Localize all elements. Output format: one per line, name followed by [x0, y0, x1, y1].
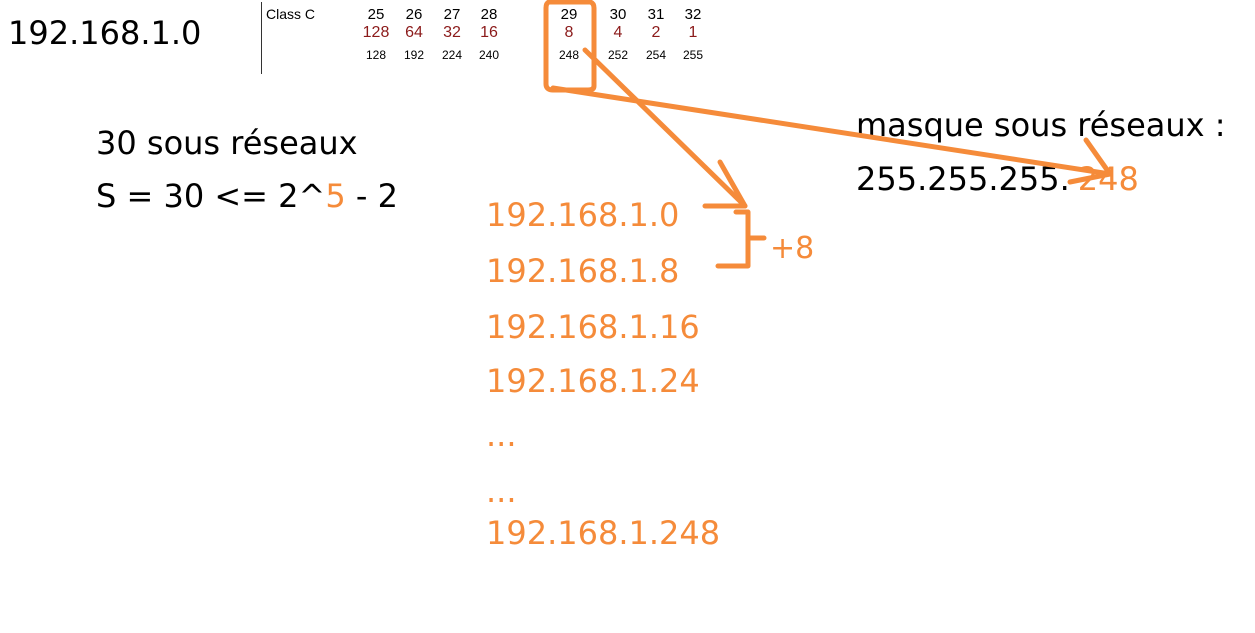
subnet-item: 192.168.1.16	[486, 308, 700, 346]
table-bit: 32	[684, 6, 702, 23]
subnet-item: 192.168.1.24	[486, 362, 700, 400]
subnet-formula: S = 30 <= 2^5 - 2	[96, 177, 398, 215]
table-value: 4	[613, 24, 623, 41]
step-label: +8	[770, 231, 815, 266]
table-value: 1	[688, 24, 698, 41]
table-class-label: Class C	[266, 6, 316, 22]
table-mask: 254	[645, 48, 667, 62]
class-c-reference-table: Class C 25 26 27 28 29 30 31 32 128 64 3…	[261, 2, 732, 74]
table-mask: 248	[558, 48, 580, 62]
table-bit: 30	[609, 6, 627, 23]
table-value: 128	[362, 24, 390, 41]
mask-prefix: 255.255.255.	[856, 160, 1070, 198]
mask-value: 255.255.255. 248	[856, 160, 1139, 198]
table-bit: 28	[480, 6, 498, 23]
subnet-item: 192.168.1.0	[486, 196, 680, 234]
table-value: 2	[651, 24, 661, 41]
subnet-item: ...	[486, 472, 517, 510]
formula-suffix: - 2	[345, 177, 398, 215]
subnet-count-text: 30 sous réseaux	[96, 124, 358, 162]
table-mask: 240	[478, 48, 500, 62]
table-mask: 192	[403, 48, 425, 62]
table-value: 16	[480, 24, 498, 41]
formula-prefix: S = 30 <= 2^	[96, 177, 326, 215]
mask-label: masque sous réseaux :	[856, 106, 1226, 144]
table-mask: 252	[607, 48, 629, 62]
table-bit: 29	[560, 6, 578, 23]
table-bit: 31	[647, 6, 665, 23]
formula-exponent: 5	[325, 177, 346, 215]
table-value: 32	[443, 24, 461, 41]
subnet-item: 192.168.1.248	[486, 514, 721, 552]
mask-last-octet: 248	[1077, 160, 1139, 198]
table-bit: 26	[405, 6, 423, 23]
table-mask: 224	[441, 48, 463, 62]
network-address: 192.168.1.0	[8, 14, 202, 52]
table-mask: 128	[365, 48, 387, 62]
table-bit: 27	[443, 6, 461, 23]
table-value: 8	[564, 24, 574, 41]
step-bracket	[715, 209, 751, 269]
table-bit: 25	[367, 6, 385, 23]
table-mask: 255	[682, 48, 704, 62]
arrowhead-subnets	[702, 159, 748, 209]
subnet-item: 192.168.1.8	[486, 252, 680, 290]
subnet-item: ...	[486, 416, 517, 454]
table-value: 64	[405, 24, 423, 41]
